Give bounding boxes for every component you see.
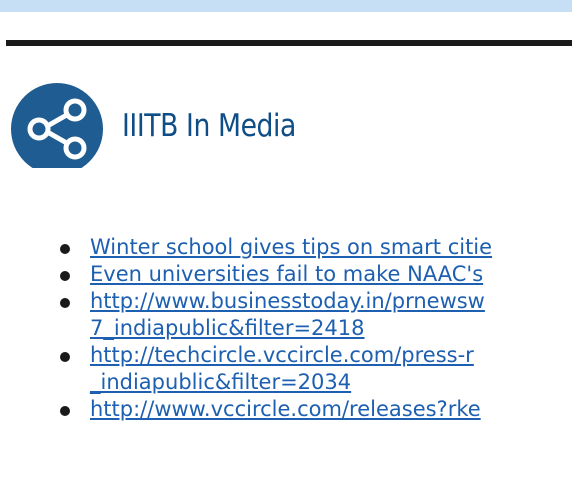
link-text: http://techcircle.vccircle.com/press-r [90,343,474,367]
media-links-list: Winter school gives tips on smart citie … [0,234,572,423]
list-item: http://www.vccircle.com/releases?rke [0,396,572,423]
section-title: IIITB In Media [122,108,296,144]
bullet [60,244,70,254]
link-text: Winter school gives tips on smart citie [90,235,493,259]
share-icon [10,82,104,168]
media-link[interactable]: http://www.vccircle.com/releases?rke [90,396,572,423]
link-text-continuation: _indiapublic&filter=2034 [90,370,352,394]
bullet [60,271,70,281]
list-item: Even universities fail to make NAAC's [0,261,572,288]
media-link[interactable]: Even universities fail to make NAAC's [90,261,572,288]
media-link[interactable]: http://www.businesstoday.in/prnewsw 7_in… [90,288,572,342]
top-banner [0,0,572,12]
bullet [60,298,70,308]
bullet [60,352,70,362]
section-divider [6,40,572,46]
media-link[interactable]: Winter school gives tips on smart citie [90,234,572,261]
list-item: http://www.businesstoday.in/prnewsw 7_in… [0,288,572,342]
link-text: Even universities fail to make NAAC's [90,262,484,286]
link-text-continuation: 7_indiapublic&filter=2418 [90,316,365,340]
bullet [60,406,70,416]
list-item: http://techcircle.vccircle.com/press-r _… [0,342,572,396]
link-text: http://www.vccircle.com/releases?rke [90,397,481,421]
link-text: http://www.businesstoday.in/prnewsw [90,289,485,313]
list-item: Winter school gives tips on smart citie [0,234,572,261]
media-link[interactable]: http://techcircle.vccircle.com/press-r _… [90,342,572,396]
